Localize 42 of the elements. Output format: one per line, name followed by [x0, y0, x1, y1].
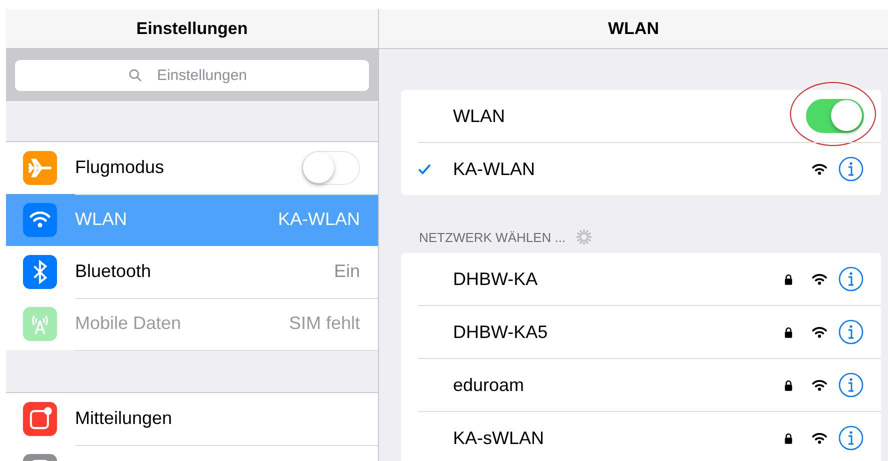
item-value: Ein	[334, 261, 360, 282]
info-icon[interactable]	[838, 156, 864, 182]
wifi-icon	[811, 378, 828, 392]
network-row[interactable]: DHBW-KA5	[418, 305, 881, 358]
network-row[interactable]: DHBW-KA	[401, 253, 881, 305]
network-row[interactable]: KA-sWLAN	[418, 411, 881, 461]
sidebar-title: Einstellungen	[136, 18, 248, 38]
info-icon[interactable]	[838, 425, 864, 451]
settings-item[interactable]: Bluetooth Ein	[6, 246, 378, 298]
wifi-icon	[23, 203, 57, 237]
airplane-icon	[23, 151, 57, 185]
antenna-icon	[23, 307, 57, 341]
section-header: NETZWERK WÄHLEN ...	[419, 230, 566, 244]
search-icon	[129, 68, 142, 82]
network-name: KA-sWLAN	[453, 428, 544, 448]
wlan-label: WLAN	[453, 106, 506, 126]
item-label: Mobile Daten	[75, 313, 182, 334]
network-name: eduroam	[453, 374, 524, 396]
network-name: DHBW-KA5	[453, 322, 548, 342]
settings-item[interactable]: Flugmodus	[6, 142, 378, 194]
info-icon[interactable]	[838, 266, 864, 292]
notification-icon	[23, 402, 57, 436]
network-name: KA-WLAN	[453, 158, 536, 180]
wifi-icon	[811, 432, 828, 444]
item-label: Flugmodus	[75, 157, 164, 178]
airplane-mode-switch[interactable]	[302, 150, 360, 184]
detail-title: WLAN	[608, 18, 659, 38]
item-label: Bluetooth	[75, 261, 152, 282]
info-icon[interactable]	[838, 372, 864, 398]
item-label: Mitteilungen	[75, 408, 172, 429]
item-value: SIM fehlt	[288, 313, 360, 334]
item-value: KA-WLAN	[278, 209, 360, 230]
bluetooth-icon	[23, 255, 57, 289]
network-name: DHBW-KA	[453, 268, 538, 290]
network-row[interactable]: eduroam	[418, 358, 881, 411]
info-icon[interactable]	[838, 319, 864, 345]
wifi-icon	[811, 162, 828, 176]
item-label: WLAN	[75, 209, 128, 230]
wifi-icon	[811, 272, 828, 286]
wlan-switch[interactable]	[806, 99, 864, 133]
wifi-icon	[811, 326, 828, 338]
search-field[interactable]: Einstellungen	[15, 60, 369, 90]
